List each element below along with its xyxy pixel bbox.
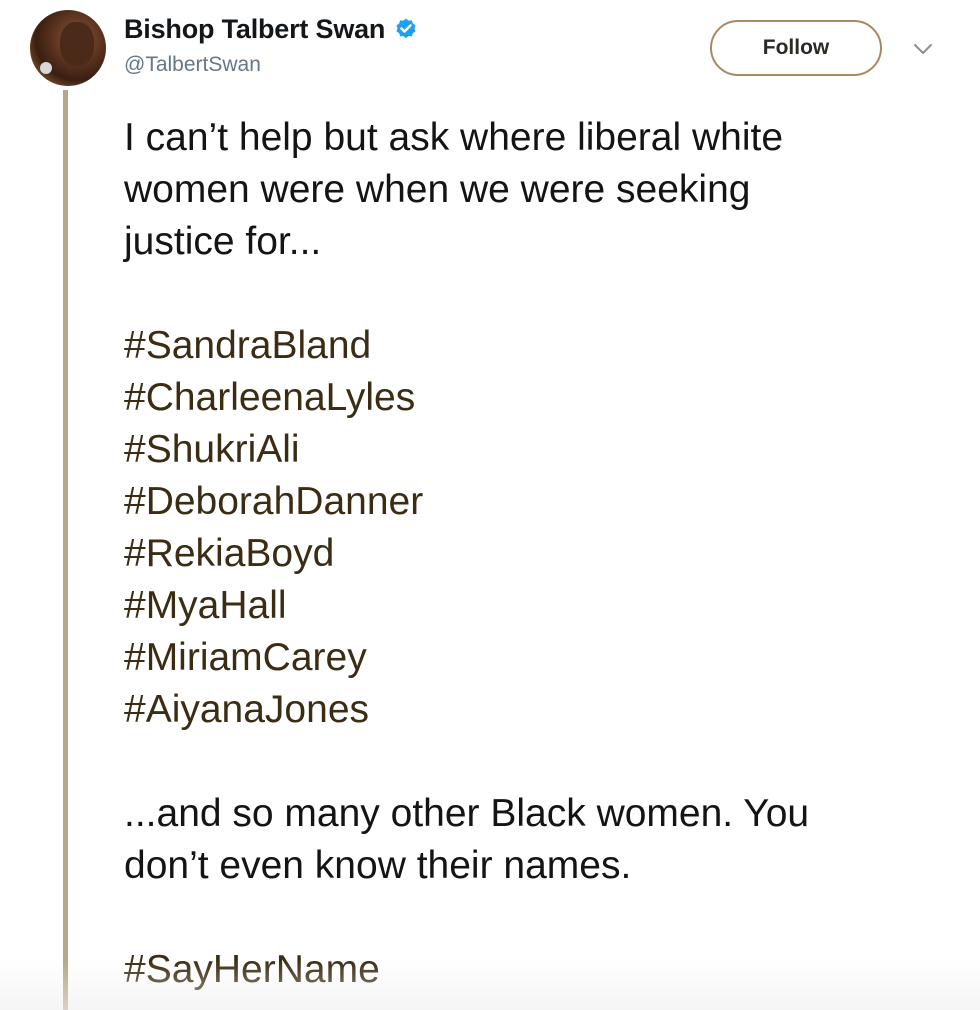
tweet-text: I can’t help but ask where liberal white… [124,112,944,996]
hashtag-link[interactable]: #MiriamCarey [124,632,944,684]
tweet-intro-line: women were when we were seeking [124,168,751,211]
hashtag-link[interactable]: #SandraBland [124,320,944,372]
hashtag-link[interactable]: #RekiaBoyd [124,528,944,580]
name-row: Bishop Talbert Swan [124,14,419,45]
hashtag-link[interactable]: #AiyanaJones [124,684,944,736]
tweet-intro-line: justice for... [124,220,322,263]
tweet-intro: I can’t help but ask where liberal white… [124,112,944,268]
closing-hashtag-link[interactable]: #SayHerName [124,944,944,996]
thread-line [63,90,68,1010]
follow-button[interactable]: Follow [710,20,882,76]
tweet-outro-line: don’t even know their names. [124,844,632,887]
avatar[interactable] [30,10,106,86]
avatar-microphone [40,62,52,74]
hashtag-link[interactable]: #CharleenaLyles [124,372,944,424]
verified-badge-icon [396,18,416,38]
author-handle[interactable]: @TalbertSwan [124,53,419,77]
hashtag-link[interactable]: #ShukriAli [124,424,944,476]
tweet-intro-line: I can’t help but ask where liberal white [124,116,784,159]
tweet-header: Bishop Talbert Swan @TalbertSwan [124,14,419,77]
chevron-down-icon[interactable] [912,40,934,58]
hashtag-link[interactable]: #DeborahDanner [124,476,944,528]
tweet-outro-line: ...and so many other Black women. You [124,792,810,835]
hashtag-list: #SandraBland #CharleenaLyles #ShukriAli … [124,320,944,736]
avatar-face [60,22,94,66]
tweet-outro: ...and so many other Black women. You do… [124,788,944,892]
hashtag-link[interactable]: #MyaHall [124,580,944,632]
author-display-name[interactable]: Bishop Talbert Swan [124,14,385,45]
